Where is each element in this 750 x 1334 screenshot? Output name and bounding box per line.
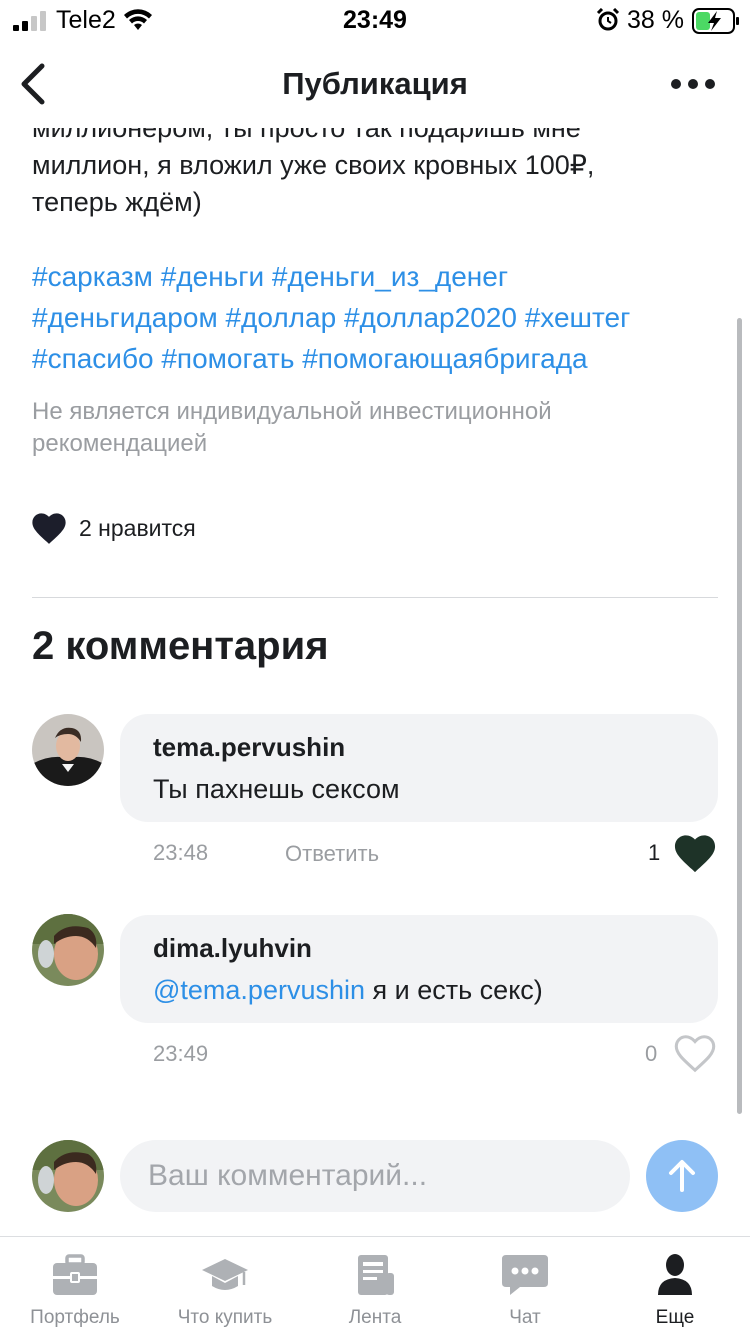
status-bar: Tele2 23:49 38 % (0, 0, 750, 44)
comments-heading: 2 комментария (32, 624, 329, 668)
comment-bubble: dima.lyuhvin @tema.pervushin я и есть се… (120, 915, 718, 1023)
comment-timestamp: 23:49 (153, 1041, 209, 1066)
newspaper-icon (358, 1255, 394, 1295)
post-text-line: миллион, я вложил уже своих кровных 100₽… (32, 150, 595, 180)
post-text-line: теперь ждём) (32, 187, 202, 217)
heart-filled-icon[interactable] (30, 510, 68, 546)
comment-text-body: я и есть секс) (365, 975, 543, 1005)
tab-what-to-buy[interactable]: Что купить (150, 1237, 300, 1334)
send-button[interactable] (646, 1140, 718, 1212)
comment-author[interactable]: tema.pervushin (153, 732, 345, 763)
comment-timestamp: 23:48 (153, 840, 209, 865)
tab-label: Лента (348, 1307, 402, 1328)
comment-text: @tema.pervushin я и есть секс) (153, 975, 543, 1006)
navigation-bar: Публикация (0, 44, 750, 128)
bottom-tab-bar: Портфель Что купить Лента Чат Еще (0, 1236, 750, 1334)
investment-disclaimer: Не является индивидуальной инвестиционно… (32, 396, 692, 460)
chat-bubble-icon (502, 1255, 548, 1295)
scrollbar[interactable] (737, 318, 742, 1114)
avatar[interactable] (32, 714, 104, 786)
more-options-icon[interactable] (670, 74, 716, 94)
comment-input[interactable] (120, 1140, 630, 1212)
profile-icon (658, 1254, 692, 1295)
avatar[interactable] (32, 914, 104, 986)
disclaimer-line: Не является индивидуальной инвестиционно… (32, 398, 552, 425)
battery-charging-icon (692, 8, 739, 34)
comment-bubble: tema.pervushin Ты пахнешь сексом (120, 714, 718, 822)
briefcase-icon (53, 1254, 97, 1295)
current-user-avatar (32, 1140, 104, 1212)
post-likes[interactable]: 2 нравится (30, 508, 196, 548)
battery-percentage: 38 % (627, 6, 684, 34)
hashtag-line[interactable]: #сарказм #деньги #деньги_из_денег (32, 256, 722, 297)
likes-count-label: 2 нравится (79, 514, 196, 541)
tab-label: Портфель (30, 1307, 120, 1328)
comment-like-count: 1 (648, 840, 661, 865)
avatar-photo (32, 1140, 104, 1212)
heart-filled-icon[interactable] (672, 832, 718, 874)
disclaimer-line: рекомендацией (32, 430, 208, 457)
hashtag-line[interactable]: #деньгидаром #доллар #доллар2020 #хештег (32, 297, 722, 338)
tab-label: Чат (509, 1307, 541, 1328)
tab-portfolio[interactable]: Портфель (0, 1237, 150, 1334)
hashtag-line[interactable]: #спасибо #помогать #помогающаябригада (32, 338, 722, 379)
tab-feed[interactable]: Лента (300, 1237, 450, 1334)
comment-text: Ты пахнешь сексом (153, 774, 400, 804)
comment-like-count: 0 (645, 1041, 658, 1066)
tab-more[interactable]: Еще (600, 1237, 750, 1334)
reply-button[interactable]: Ответить (285, 841, 379, 867)
tab-label: Еще (655, 1307, 695, 1328)
user-mention-link[interactable]: @tema.pervushin (153, 975, 365, 1005)
alarm-clock-icon (596, 8, 620, 31)
tab-chat[interactable]: Чат (450, 1237, 600, 1334)
avatar-photo (32, 714, 104, 786)
comment-author[interactable]: dima.lyuhvin (153, 933, 312, 964)
avatar-photo (32, 914, 104, 986)
graduation-cap-icon (202, 1259, 248, 1290)
tab-label: Что купить (177, 1307, 273, 1328)
page-title: Публикация (282, 66, 468, 101)
hashtag-list[interactable]: #сарказм #деньги #деньги_из_денег #деньг… (32, 256, 722, 379)
divider (32, 597, 718, 598)
arrow-up-icon (669, 1160, 695, 1192)
heart-outline-icon[interactable] (672, 1032, 718, 1074)
